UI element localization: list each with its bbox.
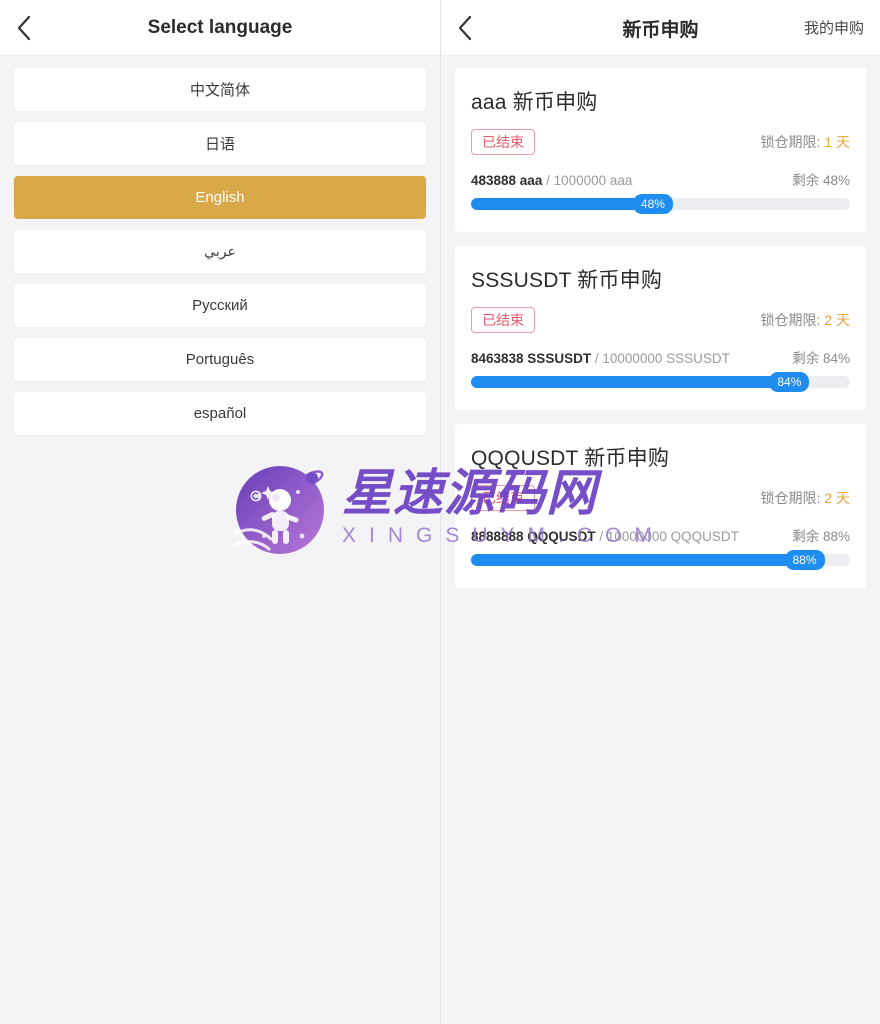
progress-bar: 48% bbox=[471, 194, 850, 214]
progress-value-badge: 88% bbox=[784, 550, 825, 570]
language-option-en[interactable]: English bbox=[14, 176, 426, 219]
offering-list: aaa 新币申购 已结束 锁仓期限: 1 天 483888 aaa / 1000… bbox=[441, 56, 880, 588]
language-option-ja[interactable]: 日语 bbox=[14, 122, 426, 165]
dual-panel-screen: Select language 中文简体 日语 English عربي Рус… bbox=[0, 0, 880, 1024]
back-button[interactable] bbox=[441, 0, 489, 56]
lock-period-value: 2 天 bbox=[824, 312, 850, 328]
progress-value-badge: 84% bbox=[769, 372, 810, 392]
page-title: Select language bbox=[147, 17, 293, 38]
language-label: Português bbox=[185, 351, 255, 368]
language-list: 中文简体 日语 English عربي Русский Português e… bbox=[0, 56, 440, 435]
amount-sold-total: 8463838 SSSUSDT / 10000000 SSSUSDT bbox=[471, 351, 730, 366]
offering-meta-row: 已结束 锁仓期限: 2 天 bbox=[471, 307, 850, 333]
lock-period: 锁仓期限: 1 天 bbox=[761, 132, 850, 152]
lock-period-label: 锁仓期限: bbox=[760, 490, 821, 506]
lock-period-value: 2 天 bbox=[824, 490, 850, 506]
offering-title: SSSUSDT 新币申购 bbox=[471, 269, 663, 292]
back-button[interactable] bbox=[0, 0, 48, 56]
amount-total: / 10000000 QQQUSDT bbox=[599, 529, 739, 544]
language-option-ru[interactable]: Русский bbox=[14, 284, 426, 327]
language-option-es[interactable]: español bbox=[14, 392, 426, 435]
language-option-pt[interactable]: Português bbox=[14, 338, 426, 381]
chevron-left-icon bbox=[457, 15, 473, 41]
status-badge: 已结束 bbox=[471, 129, 535, 155]
language-label: 日语 bbox=[204, 136, 235, 153]
offering-card[interactable]: aaa 新币申购 已结束 锁仓期限: 1 天 483888 aaa / 1000… bbox=[455, 68, 866, 232]
remaining-percent: 剩余 48% bbox=[792, 173, 850, 188]
progress-bar: 88% bbox=[471, 550, 850, 570]
amount-sold-total: 483888 aaa / 1000000 aaa bbox=[471, 173, 632, 188]
language-navbar: Select language bbox=[0, 0, 440, 56]
lock-period-label: 锁仓期限: bbox=[760, 312, 821, 328]
language-label: عربي bbox=[204, 243, 236, 259]
amount-sold: 8463838 SSSUSDT bbox=[471, 351, 592, 366]
progress-value-badge: 48% bbox=[632, 194, 673, 214]
chevron-left-icon bbox=[16, 15, 32, 41]
remaining-percent: 剩余 88% bbox=[792, 529, 850, 544]
language-label: English bbox=[195, 189, 245, 206]
offering-card[interactable]: SSSUSDT 新币申购 已结束 锁仓期限: 2 天 8463838 SSSUS… bbox=[455, 246, 866, 410]
progress-fill bbox=[471, 198, 653, 210]
token-offering-panel: 新币申购 我的申购 aaa 新币申购 已结束 锁仓期限: 1 天 483888 … bbox=[440, 0, 880, 1024]
progress-fill bbox=[471, 554, 805, 566]
offering-amount-row: 483888 aaa / 1000000 aaa 剩余 48% bbox=[471, 169, 850, 189]
language-label: Русский bbox=[192, 297, 248, 314]
offering-meta-row: 已结束 锁仓期限: 1 天 bbox=[471, 129, 850, 155]
offering-amount-row: 8888888 QQQUSDT / 10000000 QQQUSDT 剩余 88… bbox=[471, 525, 850, 545]
amount-total: / 1000000 aaa bbox=[546, 173, 633, 188]
amount-sold: 8888888 QQQUSDT bbox=[471, 529, 596, 544]
offering-title: QQQUSDT 新币申购 bbox=[471, 447, 670, 470]
offering-amount-row: 8463838 SSSUSDT / 10000000 SSSUSDT 剩余 84… bbox=[471, 347, 850, 367]
language-panel: Select language 中文简体 日语 English عربي Рус… bbox=[0, 0, 440, 1024]
offering-meta-row: 已结束 锁仓期限: 2 天 bbox=[471, 485, 850, 511]
lock-period-label: 锁仓期限: bbox=[760, 134, 821, 150]
amount-total: / 10000000 SSSUSDT bbox=[594, 351, 730, 366]
offering-navbar: 新币申购 我的申购 bbox=[441, 0, 880, 56]
offering-title: aaa 新币申购 bbox=[471, 91, 598, 114]
offering-card[interactable]: QQQUSDT 新币申购 已结束 锁仓期限: 2 天 8888888 QQQUS… bbox=[455, 424, 866, 588]
language-label: 中文简体 bbox=[189, 82, 250, 99]
status-badge: 已结束 bbox=[471, 307, 535, 333]
my-subscriptions-link[interactable]: 我的申购 bbox=[804, 17, 864, 38]
remaining-percent: 剩余 84% bbox=[792, 351, 850, 366]
progress-bar: 84% bbox=[471, 372, 850, 392]
amount-sold-total: 8888888 QQQUSDT / 10000000 QQQUSDT bbox=[471, 529, 739, 544]
progress-fill bbox=[471, 376, 790, 388]
language-option-zh[interactable]: 中文简体 bbox=[14, 68, 426, 111]
lock-period: 锁仓期限: 2 天 bbox=[761, 310, 850, 330]
lock-period-value: 1 天 bbox=[824, 134, 850, 150]
lock-period: 锁仓期限: 2 天 bbox=[761, 488, 850, 508]
status-badge: 已结束 bbox=[471, 485, 535, 511]
amount-sold: 483888 aaa bbox=[471, 173, 543, 188]
language-label: español bbox=[193, 405, 247, 422]
language-option-ar[interactable]: عربي bbox=[14, 230, 426, 273]
